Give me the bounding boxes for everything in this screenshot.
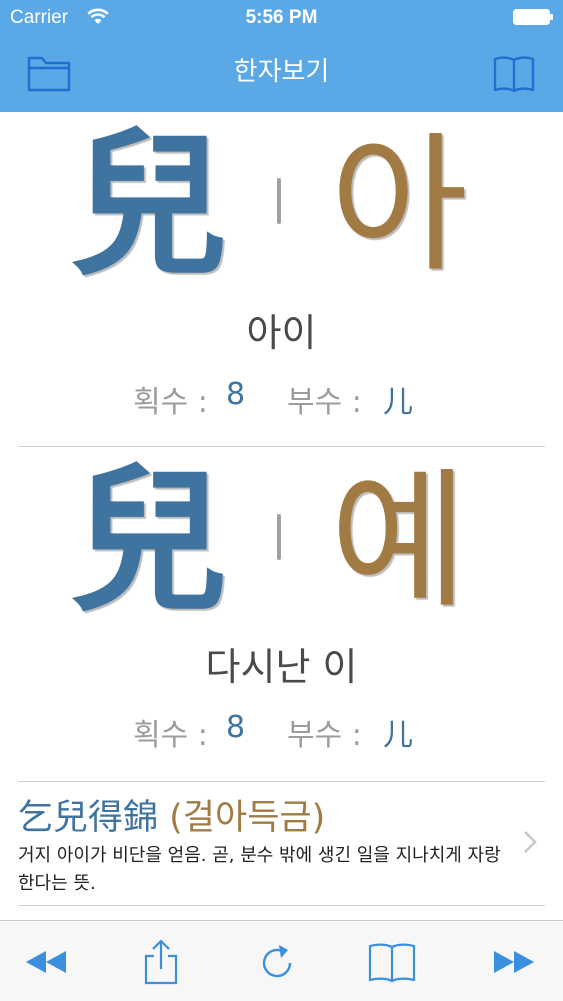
book-icon[interactable]	[491, 50, 537, 96]
strokes-label: 획수 :	[133, 718, 208, 753]
chevron-right-icon	[524, 831, 537, 853]
battery-icon	[513, 9, 553, 25]
meaning-text: 아이	[246, 311, 317, 355]
fast-forward-icon[interactable]	[488, 939, 538, 985]
idiom-description: 거지 아이가 비단을 얻음. 곧, 분수 밖에 생긴 일을 지나치게 자랑한다는…	[18, 845, 501, 894]
page-title: 한자보기	[233, 57, 330, 87]
character-row: 兒 아	[0, 112, 563, 292]
idiom-title: 乞兒得錦 (걸아득금)	[18, 796, 325, 840]
hangul-reading: 아	[330, 119, 469, 293]
idiom-list-item[interactable]: 乞兒得錦 (걸아득금) 거지 아이가 비단을 얻음. 곧, 분수 밖에 생긴 일…	[0, 782, 563, 906]
radical-label: 부수 :	[287, 718, 362, 753]
hanja-character: 兒	[70, 450, 228, 634]
divider	[18, 905, 545, 906]
hanja-entry: 兒 예 다시난 이 획수 : 8 부수 : 儿	[0, 448, 563, 781]
idiom-hanja	[18, 907, 238, 921]
idiom-list-item-partial[interactable]	[18, 907, 238, 921]
separator	[277, 514, 281, 560]
navigation-header: Carrier 5:56 PM 한자보기	[0, 0, 563, 112]
status-bar: Carrier 5:56 PM	[0, 0, 563, 36]
reload-icon[interactable]	[252, 939, 302, 985]
hanja-entry: 兒 아 아이 획수 : 8 부수 : 儿	[0, 112, 563, 447]
share-icon[interactable]	[136, 939, 186, 985]
separator	[277, 178, 281, 224]
character-row: 兒 예	[0, 448, 563, 628]
idiom-reading: (걸아득금)	[169, 798, 326, 838]
status-time: 5:56 PM	[245, 7, 318, 28]
rewind-icon[interactable]	[22, 939, 72, 985]
strokes-value: 8	[226, 377, 246, 412]
divider	[18, 446, 545, 447]
bottom-toolbar	[0, 920, 563, 1001]
strokes-label: 획수 :	[133, 385, 208, 420]
radical-value: 儿	[383, 385, 413, 420]
book-icon[interactable]	[367, 939, 417, 985]
radical-value: 儿	[383, 718, 413, 753]
radical-label: 부수 :	[287, 385, 362, 420]
hanja-character: 兒	[70, 114, 228, 298]
idiom-hanja: 乞兒得錦	[18, 798, 159, 838]
strokes-value: 8	[226, 710, 246, 745]
meaning-text: 다시난 이	[205, 645, 358, 689]
hangul-reading: 예	[330, 455, 469, 629]
